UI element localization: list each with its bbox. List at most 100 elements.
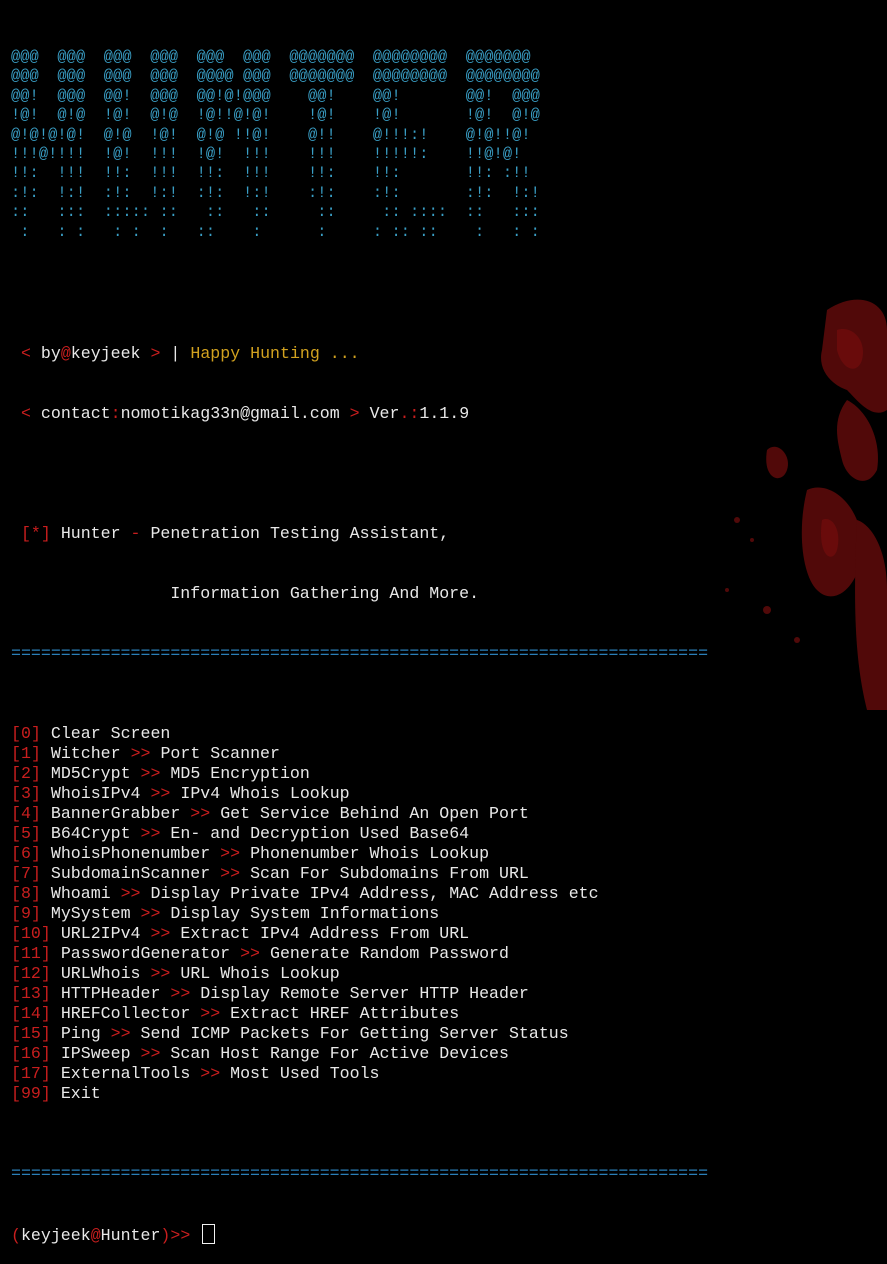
- menu-item[interactable]: [11] PasswordGenerator >> Generate Rando…: [11, 944, 881, 964]
- menu-item-name: Clear Screen: [50, 724, 171, 744]
- ascii-banner: @@@ @@@ @@@ @@@ @@@ @@@ @@@@@@@ @@@@@@@@…: [11, 48, 881, 242]
- menu-list: [0] Clear Screen [1] Witcher >> Port Scan…: [11, 724, 881, 1104]
- menu-item-name: MySystem: [50, 904, 131, 924]
- description-line-2: Information Gathering And More.: [170, 584, 480, 604]
- menu-item-description: Display System Informations: [170, 904, 440, 924]
- menu-item[interactable]: [14] HREFCollector >> Extract HREF Attri…: [11, 1004, 881, 1024]
- menu-item-number: 4: [20, 804, 31, 824]
- author-line: < by@keyjeek > | Happy Hunting ...: [20, 344, 360, 364]
- ascii-line: @@! @@@ @@! @@@ @@!@!@@@ @@! @@! @@! @@@: [11, 86, 540, 105]
- menu-item[interactable]: [4] BannerGrabber >> Get Service Behind …: [11, 804, 881, 824]
- menu-item-description: Display Remote Server HTTP Header: [200, 984, 529, 1004]
- menu-item-name: Witcher: [50, 744, 121, 764]
- menu-item-description: Phonenumber Whois Lookup: [250, 844, 490, 864]
- menu-item-number: 5: [20, 824, 31, 844]
- menu-item[interactable]: [99] Exit: [11, 1084, 881, 1104]
- menu-item-number: 11: [20, 944, 41, 964]
- menu-item-name: BannerGrabber: [50, 804, 181, 824]
- menu-item-arrow: >>: [140, 824, 161, 844]
- command-prompt[interactable]: (keyjeek@Hunter)>>: [11, 1224, 881, 1245]
- menu-item-number: 6: [20, 844, 31, 864]
- menu-item[interactable]: [0] Clear Screen: [11, 724, 881, 744]
- menu-item-description: MD5 Encryption: [170, 764, 310, 784]
- menu-item-number: 99: [20, 1084, 41, 1104]
- ascii-line: !!: !!! !!: !!! !!: !!! !!: !!: !!: :!!: [11, 164, 531, 183]
- menu-item-arrow: >>: [110, 1024, 131, 1044]
- menu-item[interactable]: [2] MD5Crypt >> MD5 Encryption: [11, 764, 881, 784]
- menu-item[interactable]: [1] Witcher >> Port Scanner: [11, 744, 881, 764]
- menu-item-name: HTTPHeader: [60, 984, 161, 1004]
- menu-item-arrow: >>: [240, 944, 261, 964]
- menu-item[interactable]: [10] URL2IPv4 >> Extract IPv4 Address Fr…: [11, 924, 881, 944]
- menu-item-description: Generate Random Password: [269, 944, 509, 964]
- menu-item-number: 14: [20, 1004, 41, 1024]
- menu-item-number: 3: [20, 784, 31, 804]
- menu-item-arrow: >>: [150, 784, 171, 804]
- description-line-1: [*] Hunter - Penetration Testing Assista…: [20, 524, 450, 544]
- menu-item-description: Display Private IPv4 Address, MAC Addres…: [150, 884, 599, 904]
- contact-line: < contact:nomotikag33n@gmail.com > Ver.:…: [20, 404, 470, 424]
- menu-item-name: Ping: [60, 1024, 101, 1044]
- menu-item-description: Extract HREF Attributes: [230, 1004, 460, 1024]
- menu-item-name: PasswordGenerator: [60, 944, 231, 964]
- menu-item-description: Send ICMP Packets For Getting Server Sta…: [140, 1024, 569, 1044]
- menu-item-arrow: >>: [190, 804, 211, 824]
- menu-item-description: IPv4 Whois Lookup: [180, 784, 350, 804]
- menu-item-name: Exit: [60, 1084, 101, 1104]
- menu-item-arrow: >>: [140, 1044, 161, 1064]
- menu-item-description: Most Used Tools: [230, 1064, 380, 1084]
- menu-item-number: 8: [20, 884, 31, 904]
- menu-item[interactable]: [15] Ping >> Send ICMP Packets For Getti…: [11, 1024, 881, 1044]
- ascii-line: @@@ @@@ @@@ @@@ @@@ @@@ @@@@@@@ @@@@@@@@…: [11, 48, 531, 66]
- menu-item-number: 0: [20, 724, 31, 744]
- menu-item-description: Port Scanner: [160, 744, 280, 764]
- menu-item-description: Get Service Behind An Open Port: [220, 804, 529, 824]
- menu-item[interactable]: [8] Whoami >> Display Private IPv4 Addre…: [11, 884, 881, 904]
- ascii-line: !@! @!@ !@! @!@ !@!!@!@! !@! !@! !@! @!@: [11, 106, 540, 125]
- menu-item-description: Scan For Subdomains From URL: [250, 864, 529, 884]
- menu-item-name: WhoisPhonenumber: [50, 844, 211, 864]
- ascii-line: @@@ @@@ @@@ @@@ @@@@ @@@ @@@@@@@ @@@@@@@…: [11, 67, 540, 86]
- menu-item[interactable]: [13] HTTPHeader >> Display Remote Server…: [11, 984, 881, 1004]
- menu-item[interactable]: [12] URLWhois >> URL Whois Lookup: [11, 964, 881, 984]
- menu-item[interactable]: [17] ExternalTools >> Most Used Tools: [11, 1064, 881, 1084]
- menu-item-number: 16: [20, 1044, 41, 1064]
- menu-item-arrow: >>: [130, 744, 151, 764]
- ascii-line: !!!@!!!! !@! !!! !@! !!! !!! !!!!!: !!@!…: [11, 145, 522, 164]
- contact-email: nomotikag33n@gmail.com: [120, 404, 340, 424]
- menu-item-number: 15: [20, 1024, 41, 1044]
- menu-item[interactable]: [6] WhoisPhonenumber >> Phonenumber Whoi…: [11, 844, 881, 864]
- menu-item-name: B64Crypt: [50, 824, 131, 844]
- menu-item-arrow: >>: [120, 884, 141, 904]
- menu-item-name: URLWhois: [60, 964, 141, 984]
- menu-item[interactable]: [3] WhoisIPv4 >> IPv4 Whois Lookup: [11, 784, 881, 804]
- menu-item-name: ExternalTools: [60, 1064, 191, 1084]
- separator-bottom: ========================================…: [11, 1164, 709, 1184]
- menu-item-arrow: >>: [140, 764, 161, 784]
- menu-item[interactable]: [16] IPSweep >> Scan Host Range For Acti…: [11, 1044, 881, 1064]
- menu-item[interactable]: [7] SubdomainScanner >> Scan For Subdoma…: [11, 864, 881, 884]
- menu-item-arrow: >>: [150, 964, 171, 984]
- menu-item-description: En- and Decryption Used Base64: [170, 824, 470, 844]
- menu-item-arrow: >>: [150, 924, 171, 944]
- menu-item-arrow: >>: [220, 844, 241, 864]
- ascii-line: : : : : : : :: : : : :: :: : : :: [11, 222, 540, 241]
- menu-item-description: URL Whois Lookup: [180, 964, 340, 984]
- menu-item[interactable]: [9] MySystem >> Display System Informati…: [11, 904, 881, 924]
- tagline: Happy Hunting ...: [190, 344, 360, 364]
- menu-item-number: 13: [20, 984, 41, 1004]
- menu-item[interactable]: [5] B64Crypt >> En- and Decryption Used …: [11, 824, 881, 844]
- menu-item-number: 1: [20, 744, 31, 764]
- menu-item-number: 7: [20, 864, 31, 884]
- menu-item-name: IPSweep: [60, 1044, 131, 1064]
- text-cursor[interactable]: [202, 1224, 216, 1245]
- menu-item-arrow: >>: [170, 984, 191, 1004]
- terminal: @@@ @@@ @@@ @@@ @@@ @@@ @@@@@@@ @@@@@@@@…: [11, 8, 881, 1264]
- menu-item-arrow: >>: [200, 1004, 221, 1024]
- menu-item-number: 12: [20, 964, 41, 984]
- menu-item-name: MD5Crypt: [50, 764, 131, 784]
- ascii-line: :: ::: ::::: :: :: :: :: :: :::: :: :::: [11, 203, 540, 222]
- version: 1.1.9: [419, 404, 470, 424]
- menu-item-name: Whoami: [50, 884, 111, 904]
- menu-item-description: Scan Host Range For Active Devices: [170, 1044, 509, 1064]
